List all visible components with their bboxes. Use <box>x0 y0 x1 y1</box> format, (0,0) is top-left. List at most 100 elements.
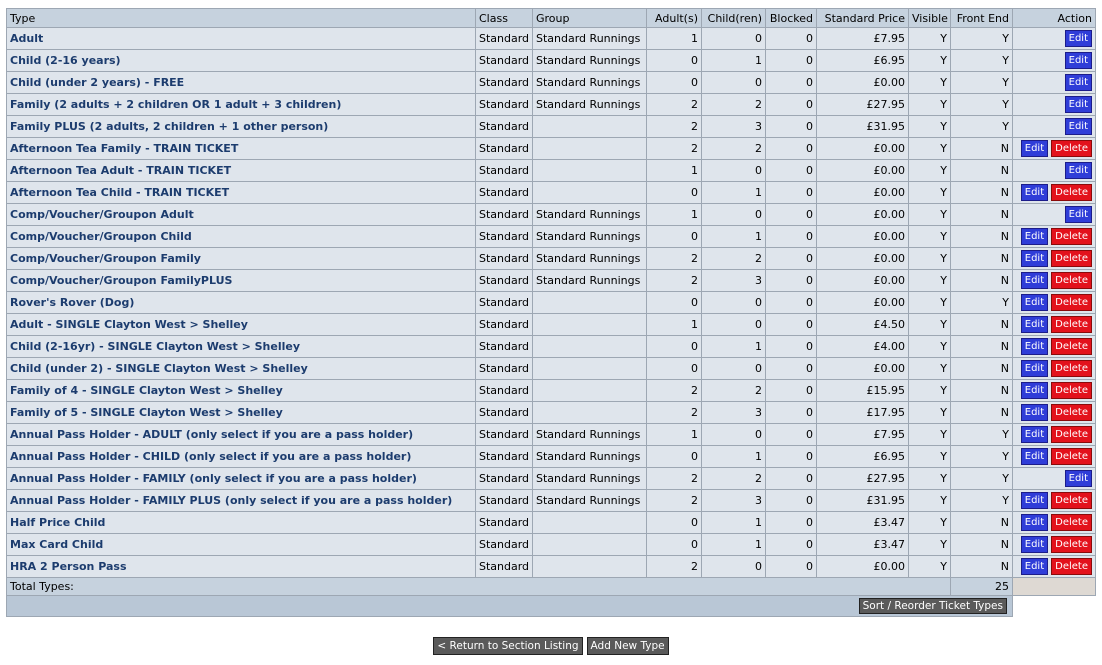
edit-button[interactable]: Edit <box>1064 74 1092 91</box>
row-type[interactable]: Annual Pass Holder - FAMILY PLUS (only s… <box>6 489 476 512</box>
row-actions: Edit <box>1012 115 1096 138</box>
table-row: Adult - SINGLE Clayton West > Shelley Sta… <box>6 313 1096 336</box>
edit-button[interactable]: Edit <box>1020 338 1049 355</box>
row-type[interactable]: Annual Pass Holder - ADULT (only select … <box>6 423 476 446</box>
edit-button[interactable]: Edit <box>1020 558 1049 575</box>
row-type[interactable]: Family (2 adults + 2 children OR 1 adult… <box>6 93 476 116</box>
row-adults: 0 <box>646 291 702 314</box>
row-class: Standard <box>475 93 533 116</box>
edit-button[interactable]: Edit <box>1020 184 1049 201</box>
table-row: Annual Pass Holder - FAMILY (only select… <box>6 467 1096 490</box>
col-header-adults[interactable]: Adult(s) <box>646 8 702 28</box>
row-visible: Y <box>908 313 951 336</box>
delete-button[interactable]: Delete <box>1051 360 1092 377</box>
add-new-type-button[interactable]: Add New Type <box>586 637 669 655</box>
row-type[interactable]: Adult - SINGLE Clayton West > Shelley <box>6 313 476 336</box>
row-type[interactable]: Max Card Child <box>6 533 476 556</box>
edit-button[interactable]: Edit <box>1020 448 1049 465</box>
col-header-class[interactable]: Class <box>475 8 533 28</box>
row-type[interactable]: Child (under 2 years) - FREE <box>6 71 476 94</box>
delete-button[interactable]: Delete <box>1051 272 1092 289</box>
row-adults: 2 <box>646 93 702 116</box>
edit-button[interactable]: Edit <box>1064 206 1092 223</box>
row-type[interactable]: Comp/Voucher/Groupon Adult <box>6 203 476 226</box>
row-type[interactable]: Rover's Rover (Dog) <box>6 291 476 314</box>
edit-button[interactable]: Edit <box>1064 52 1092 69</box>
delete-button[interactable]: Delete <box>1051 338 1092 355</box>
edit-button[interactable]: Edit <box>1020 404 1049 421</box>
edit-button[interactable]: Edit <box>1020 360 1049 377</box>
row-group <box>532 401 647 424</box>
delete-button[interactable]: Delete <box>1051 250 1092 267</box>
col-header-children[interactable]: Child(ren) <box>701 8 766 28</box>
edit-button[interactable]: Edit <box>1020 536 1049 553</box>
edit-button[interactable]: Edit <box>1064 118 1092 135</box>
table-row: Family of 5 - SINGLE Clayton West > Shel… <box>6 401 1096 424</box>
edit-button[interactable]: Edit <box>1020 228 1049 245</box>
row-type[interactable]: Annual Pass Holder - FAMILY (only select… <box>6 467 476 490</box>
row-class: Standard <box>475 71 533 94</box>
row-type[interactable]: Half Price Child <box>6 511 476 534</box>
edit-button[interactable]: Edit <box>1064 96 1092 113</box>
row-type[interactable]: Comp/Voucher/Groupon Child <box>6 225 476 248</box>
edit-button[interactable]: Edit <box>1020 492 1049 509</box>
return-to-section-button[interactable]: < Return to Section Listing <box>433 637 583 655</box>
edit-button[interactable]: Edit <box>1064 30 1092 47</box>
edit-button[interactable]: Edit <box>1064 470 1092 487</box>
edit-button[interactable]: Edit <box>1020 140 1049 157</box>
col-header-price[interactable]: Standard Price <box>816 8 909 28</box>
delete-button[interactable]: Delete <box>1051 382 1092 399</box>
row-type[interactable]: Family PLUS (2 adults, 2 children + 1 ot… <box>6 115 476 138</box>
col-header-blocked[interactable]: Blocked <box>765 8 817 28</box>
row-type[interactable]: Family of 4 - SINGLE Clayton West > Shel… <box>6 379 476 402</box>
sort-reorder-button[interactable]: Sort / Reorder Ticket Types <box>858 598 1007 614</box>
col-header-visible[interactable]: Visible <box>908 8 951 28</box>
delete-button[interactable]: Delete <box>1051 536 1092 553</box>
delete-button[interactable]: Delete <box>1051 426 1092 443</box>
delete-button[interactable]: Delete <box>1051 492 1092 509</box>
row-type[interactable]: Child (2-16 years) <box>6 49 476 72</box>
row-type[interactable]: Afternoon Tea Adult - TRAIN TICKET <box>6 159 476 182</box>
row-type[interactable]: Child (2-16yr) - SINGLE Clayton West > S… <box>6 335 476 358</box>
delete-button[interactable]: Delete <box>1051 228 1092 245</box>
row-adults: 0 <box>646 71 702 94</box>
row-type[interactable]: Afternoon Tea Child - TRAIN TICKET <box>6 181 476 204</box>
edit-button[interactable]: Edit <box>1020 294 1049 311</box>
row-type[interactable]: Comp/Voucher/Groupon Family <box>6 247 476 270</box>
table-row: Adult Standard Standard Runnings 1 0 0 £7.95 Y Y… <box>6 27 1096 50</box>
delete-button[interactable]: Delete <box>1051 294 1092 311</box>
row-frontend: N <box>950 313 1013 336</box>
edit-button[interactable]: Edit <box>1020 250 1049 267</box>
row-type[interactable]: Afternoon Tea Family - TRAIN TICKET <box>6 137 476 160</box>
delete-button[interactable]: Delete <box>1051 558 1092 575</box>
row-class: Standard <box>475 445 533 468</box>
delete-button[interactable]: Delete <box>1051 184 1092 201</box>
row-blocked: 0 <box>765 203 817 226</box>
row-group <box>532 181 647 204</box>
col-header-group[interactable]: Group <box>532 8 647 28</box>
row-frontend: Y <box>950 71 1013 94</box>
row-type[interactable]: Child (under 2) - SINGLE Clayton West > … <box>6 357 476 380</box>
col-header-type[interactable]: Type <box>6 8 476 28</box>
delete-button[interactable]: Delete <box>1051 514 1092 531</box>
edit-button[interactable]: Edit <box>1064 162 1092 179</box>
delete-button[interactable]: Delete <box>1051 448 1092 465</box>
edit-button[interactable]: Edit <box>1020 426 1049 443</box>
edit-button[interactable]: Edit <box>1020 316 1049 333</box>
row-blocked: 0 <box>765 115 817 138</box>
sort-row: Sort / Reorder Ticket Types <box>6 595 1096 617</box>
row-adults: 0 <box>646 225 702 248</box>
delete-button[interactable]: Delete <box>1051 404 1092 421</box>
edit-button[interactable]: Edit <box>1020 514 1049 531</box>
edit-button[interactable]: Edit <box>1020 272 1049 289</box>
delete-button[interactable]: Delete <box>1051 140 1092 157</box>
delete-button[interactable]: Delete <box>1051 316 1092 333</box>
col-header-frontend[interactable]: Front End <box>950 8 1013 28</box>
row-type[interactable]: Annual Pass Holder - CHILD (only select … <box>6 445 476 468</box>
row-type[interactable]: Comp/Voucher/Groupon FamilyPLUS <box>6 269 476 292</box>
row-type[interactable]: Family of 5 - SINGLE Clayton West > Shel… <box>6 401 476 424</box>
row-type[interactable]: Adult <box>6 27 476 50</box>
edit-button[interactable]: Edit <box>1020 382 1049 399</box>
row-group <box>532 511 647 534</box>
row-type[interactable]: HRA 2 Person Pass <box>6 555 476 578</box>
